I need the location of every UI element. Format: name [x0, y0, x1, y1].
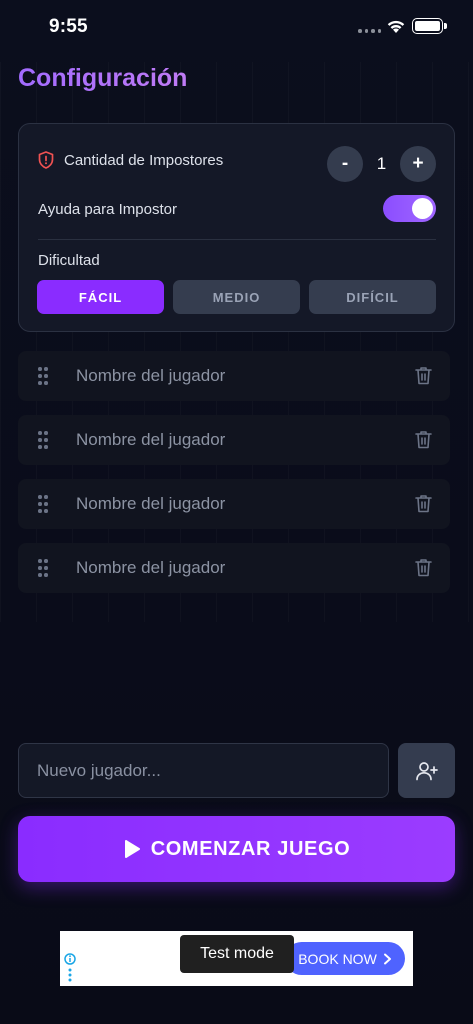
difficulty-hard-button[interactable]: DIFÍCIL	[309, 280, 436, 314]
player-row: Nombre del jugador	[18, 543, 450, 593]
impostors-stepper: - 1 +	[327, 146, 436, 182]
ad-book-now-button[interactable]: BOOK NOW	[285, 942, 405, 975]
page-title: Configuración	[18, 64, 188, 92]
shield-icon	[38, 151, 54, 169]
drag-handle-icon[interactable]	[38, 367, 48, 385]
new-player-input[interactable]: Nuevo jugador...	[18, 743, 389, 798]
drag-handle-icon[interactable]	[38, 495, 48, 513]
impostors-row: Cantidad de Impostores - 1 +	[38, 146, 436, 182]
player-name-input[interactable]: Nombre del jugador	[76, 558, 225, 578]
decrement-button[interactable]: -	[327, 146, 363, 182]
battery-icon	[412, 18, 447, 34]
player-name-input[interactable]: Nombre del jugador	[76, 366, 225, 386]
trash-icon[interactable]	[415, 494, 432, 513]
info-icon[interactable]	[64, 953, 76, 983]
trash-icon[interactable]	[415, 430, 432, 449]
status-time: 9:55	[49, 16, 88, 37]
chevron-right-icon	[383, 953, 391, 964]
settings-card: Cantidad de Impostores - 1 + Ayuda para …	[18, 123, 455, 332]
impostor-help-toggle[interactable]	[383, 195, 436, 222]
impostors-label: Cantidad de Impostores	[64, 152, 224, 169]
drag-handle-icon[interactable]	[38, 559, 48, 577]
impostor-help-label: Ayuda para Impostor	[38, 201, 177, 218]
difficulty-label: Dificultad	[38, 252, 100, 269]
trash-icon[interactable]	[415, 366, 432, 385]
player-name-input[interactable]: Nombre del jugador	[76, 430, 225, 450]
increment-button[interactable]: +	[400, 146, 436, 182]
app-screen: 9:55 Configuración Cantidad de Impostore…	[0, 0, 473, 1024]
player-row: Nombre del jugador	[18, 415, 450, 465]
player-name-input[interactable]: Nombre del jugador	[76, 494, 225, 514]
add-player-button[interactable]	[398, 743, 455, 798]
toggle-knob	[412, 198, 433, 219]
impostors-count: 1	[376, 154, 387, 173]
signal-icon	[358, 29, 381, 33]
test-mode-badge: Test mode	[180, 935, 294, 973]
start-game-label: COMENZAR JUEGO	[150, 837, 351, 860]
trash-icon[interactable]	[415, 558, 432, 577]
player-row: Nombre del jugador	[18, 351, 450, 401]
drag-handle-icon[interactable]	[38, 431, 48, 449]
difficulty-easy-button[interactable]: FÁCIL	[37, 280, 164, 314]
status-bar: 9:55	[0, 0, 473, 54]
play-icon	[124, 840, 140, 858]
difficulty-medium-button[interactable]: MEDIO	[173, 280, 300, 314]
add-user-icon	[415, 761, 438, 780]
ad-book-now-label: BOOK NOW	[298, 950, 377, 967]
start-game-button[interactable]: COMENZAR JUEGO	[18, 816, 455, 882]
player-row: Nombre del jugador	[18, 479, 450, 529]
divider	[38, 239, 436, 240]
wifi-icon	[387, 20, 405, 33]
